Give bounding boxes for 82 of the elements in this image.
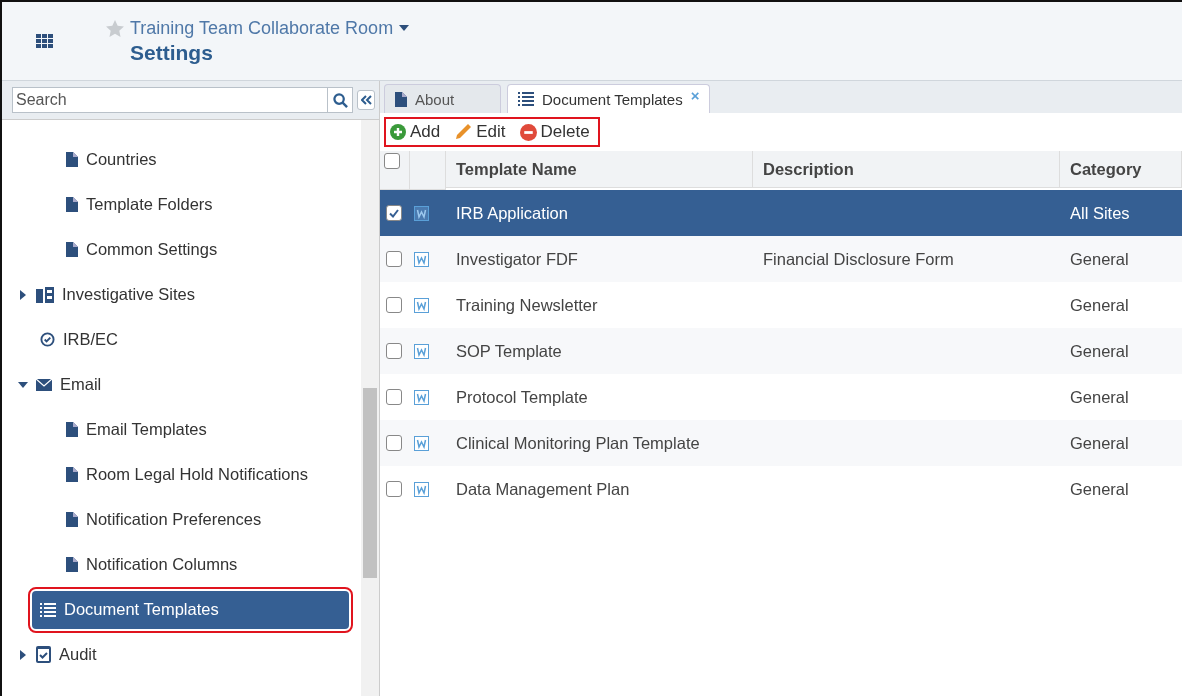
word-document-icon [414,435,429,451]
word-document-icon [414,481,429,497]
column-header[interactable]: Description [753,151,1060,188]
tree-item[interactable]: Email [28,365,110,404]
table-cell-text: SOP Template [455,340,563,362]
envelope-icon [36,378,52,391]
check-circle-icon [40,332,55,347]
checkbox[interactable] [386,205,402,221]
document-icon [66,242,78,257]
column-header[interactable]: Template Name [446,151,753,188]
building-icon [36,286,54,303]
table-cell-text: General [1069,386,1130,408]
caret-down-icon[interactable] [399,25,410,31]
table-cell-text: Financial Disclosure Form [762,248,955,270]
page-title: Settings [129,40,214,65]
search-field[interactable]: Search [12,87,327,113]
document-icon [66,467,78,482]
plus-circle-icon [390,124,406,140]
clipboard-check-icon [36,646,51,663]
checkbox[interactable] [386,435,402,451]
table-cell-text: All Sites [1069,202,1131,224]
list-icon [40,602,56,617]
table-cell-text: Investigator FDF [455,248,579,270]
word-document-icon [414,205,429,221]
search-icon[interactable] [327,87,353,113]
table-row[interactable]: Investigator FDF Financial Disclosure Form General [380,236,1182,282]
table-row[interactable]: Clinical Monitoring Plan Template General [380,420,1182,466]
minus-circle-icon [519,123,537,141]
document-icon [66,422,78,437]
table-cell-text: General [1069,478,1130,500]
column-header[interactable]: Category [1060,151,1182,188]
table-cell-text: Clinical Monitoring Plan Template [455,432,701,454]
document-icon [66,197,78,212]
document-icon [395,91,407,107]
toolbar-button[interactable]: Edit [454,122,506,142]
tree-item[interactable]: Notification Columns [58,545,246,584]
tree-item[interactable]: IRB/EC [32,320,126,359]
checkbox[interactable] [386,389,402,405]
table-cell-text: General [1069,340,1130,362]
tree-item[interactable]: Common Settings [58,230,226,269]
table-row[interactable]: IRB Application All Sites [380,190,1182,236]
word-document-icon [414,389,429,405]
apps-grid-icon[interactable] [36,33,54,49]
pencil-icon [454,123,473,141]
toolbar-button[interactable]: Add [390,122,441,142]
tree-item[interactable]: Email Templates [58,410,215,449]
tree-item[interactable]: Room Legal Hold Notifications [58,455,316,494]
table-cell-text: Training Newsletter [455,294,599,316]
word-document-icon [414,297,429,313]
table-cell-text: General [1069,248,1130,270]
checkbox[interactable] [386,481,402,497]
tree-item[interactable]: Template Folders [58,185,221,224]
word-document-icon [414,343,429,359]
word-document-icon [414,251,429,267]
room-name[interactable]: Training Team Collaborate Room [130,17,394,39]
tree-item[interactable]: Countries [58,140,165,179]
tree-item[interactable]: Audit [28,635,105,674]
table-cell-text: Data Management Plan [455,478,631,500]
checkbox[interactable] [386,343,402,359]
star-icon[interactable] [106,19,124,37]
document-icon [66,557,78,572]
document-icon [66,512,78,527]
caret-right-icon[interactable] [18,289,28,300]
table-cell-text: IRB Application [455,202,569,224]
caret-right-icon[interactable] [18,649,28,660]
toolbar-button[interactable]: Delete [519,122,590,142]
checkbox[interactable] [384,153,400,169]
document-icon [66,152,78,167]
tab[interactable]: About [384,84,501,113]
tree-item[interactable]: Notification Preferences [58,500,270,539]
table-cell-text: General [1069,294,1130,316]
list-icon [518,92,534,106]
checkbox[interactable] [386,251,402,267]
tree-item[interactable]: Investigative Sites [28,275,203,314]
scrollbar[interactable] [361,120,379,696]
collapse-icon[interactable] [357,90,375,110]
table-cell-text: Protocol Template [455,386,589,408]
checkbox[interactable] [386,297,402,313]
tab[interactable]: Document Templates × [507,84,711,113]
caret-down-icon[interactable] [18,379,28,390]
table-row[interactable]: SOP Template General [380,328,1182,374]
table-cell-text: General [1069,432,1130,454]
